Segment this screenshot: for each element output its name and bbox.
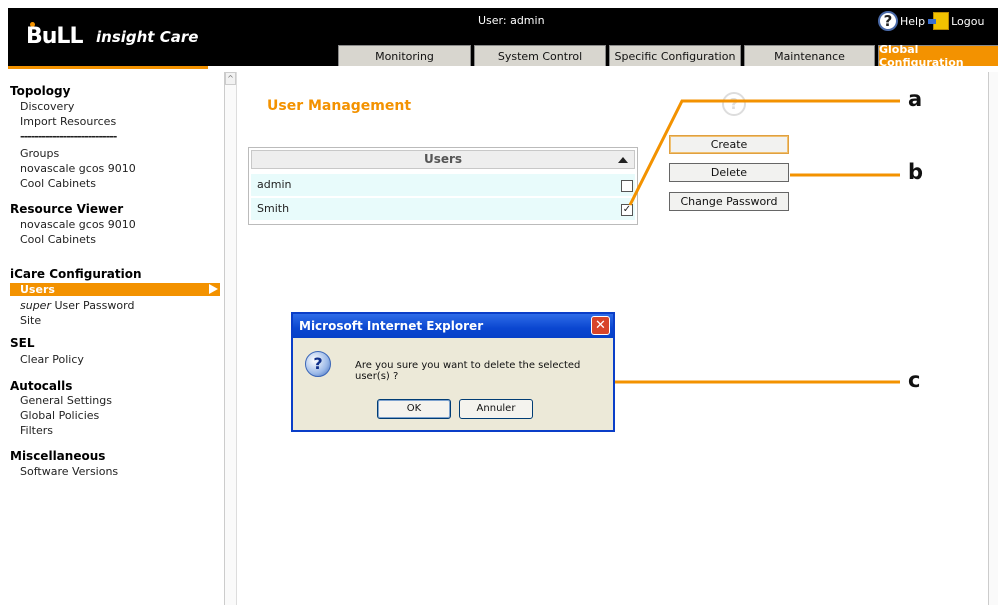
sidebar-item-users-label: Users: [20, 283, 55, 296]
cancel-button[interactable]: Annuler: [459, 399, 533, 419]
callout-label-c: c: [908, 368, 921, 392]
change-password-button[interactable]: Change Password: [669, 192, 789, 211]
sidebar-item-software-versions[interactable]: Software Versions: [20, 465, 118, 478]
sidebar-title-autocalls: Autocalls: [10, 379, 73, 393]
sidebar-item-rv-novascale[interactable]: novascale gcos 9010: [20, 218, 136, 231]
app-title: insight Care: [96, 28, 199, 46]
bull-logo: BuLL: [26, 24, 83, 49]
sidebar-item-super-user-password[interactable]: super User Password: [20, 299, 134, 312]
sidebar-item-groups[interactable]: Groups: [20, 147, 59, 160]
tab-global-configuration[interactable]: Global Configuration: [878, 43, 998, 69]
logout-link[interactable]: Logou: [951, 15, 984, 28]
sidebar: Topology Discovery Import Resources ----…: [8, 74, 223, 605]
sidebar-title-sel: SEL: [10, 336, 35, 350]
selected-arrow-icon: [209, 284, 218, 294]
app-header: BuLL insight Care User: admin ? Help Log…: [8, 8, 998, 69]
help-watermark-icon: ?: [722, 92, 746, 116]
help-icon[interactable]: ?: [878, 11, 898, 31]
table-row[interactable]: Smith ✓: [251, 198, 635, 220]
ok-button[interactable]: OK: [377, 399, 451, 419]
delete-button[interactable]: Delete: [669, 163, 789, 182]
logout-icon[interactable]: [928, 12, 950, 30]
users-table: Users admin Smith ✓: [248, 147, 638, 225]
sidebar-title-miscellaneous: Miscellaneous: [10, 449, 106, 463]
super-label: super: [20, 299, 51, 312]
sidebar-title-resource-viewer: Resource Viewer: [10, 202, 124, 216]
dialog-message: Are you sure you want to delete the sele…: [355, 360, 581, 382]
sidebar-item-global-policies[interactable]: Global Policies: [20, 409, 99, 422]
sidebar-item-discovery[interactable]: Discovery: [20, 100, 74, 113]
user-name: admin: [257, 178, 292, 191]
confirm-dialog: Microsoft Internet Explorer ✕ ? Are you …: [291, 312, 615, 432]
sidebar-item-cool-cabinets[interactable]: Cool Cabinets: [20, 177, 96, 190]
tab-monitoring[interactable]: Monitoring: [338, 45, 471, 66]
users-column-label: Users: [423, 152, 463, 166]
user-name: Smith: [257, 202, 290, 215]
content-scrollbar-left[interactable]: ^: [224, 72, 237, 605]
header-accent-bar: [8, 66, 208, 69]
tab-specific-configuration[interactable]: Specific Configuration: [609, 45, 741, 66]
scroll-up-arrow-icon[interactable]: ^: [225, 72, 236, 85]
create-button[interactable]: Create: [669, 135, 789, 154]
dialog-titlebar[interactable]: Microsoft Internet Explorer ✕: [293, 314, 613, 338]
user-checkbox-admin[interactable]: [621, 180, 633, 192]
current-user-label: User: admin: [478, 14, 545, 27]
user-password-label: User Password: [50, 299, 135, 312]
sidebar-item-rv-cool-cabinets[interactable]: Cool Cabinets: [20, 233, 96, 246]
main-tabs: Monitoring System Control Specific Confi…: [338, 43, 998, 69]
callout-label-b: b: [908, 160, 924, 184]
table-row[interactable]: admin: [251, 174, 635, 196]
question-icon: ?: [305, 351, 331, 377]
sidebar-item-site[interactable]: Site: [20, 314, 41, 327]
callout-label-a: a: [908, 87, 923, 111]
sidebar-item-clear-policy[interactable]: Clear Policy: [20, 353, 84, 366]
sort-ascending-icon[interactable]: [618, 157, 628, 163]
dialog-title: Microsoft Internet Explorer: [299, 319, 484, 333]
sidebar-title-icare-configuration: iCare Configuration: [10, 267, 142, 281]
sidebar-item-general-settings[interactable]: General Settings: [20, 394, 112, 407]
content-scrollbar-right[interactable]: [988, 72, 998, 605]
sidebar-title-topology: Topology: [10, 84, 71, 98]
sidebar-item-novascale[interactable]: novascale gcos 9010: [20, 162, 136, 175]
close-icon[interactable]: ✕: [591, 316, 610, 335]
sidebar-item-filters[interactable]: Filters: [20, 424, 53, 437]
users-table-header[interactable]: Users: [251, 150, 635, 169]
page-title: User Management: [267, 98, 412, 114]
sidebar-item-import-resources[interactable]: Import Resources: [20, 115, 116, 128]
sidebar-item-users[interactable]: Users: [10, 283, 220, 296]
tab-maintenance[interactable]: Maintenance: [744, 45, 875, 66]
tab-system-control[interactable]: System Control: [474, 45, 606, 66]
user-checkbox-smith[interactable]: ✓: [621, 204, 633, 216]
help-link[interactable]: Help: [900, 15, 925, 28]
header-actions: ? Help Logou: [878, 10, 984, 32]
sidebar-separator: ---------------------------: [20, 130, 117, 143]
